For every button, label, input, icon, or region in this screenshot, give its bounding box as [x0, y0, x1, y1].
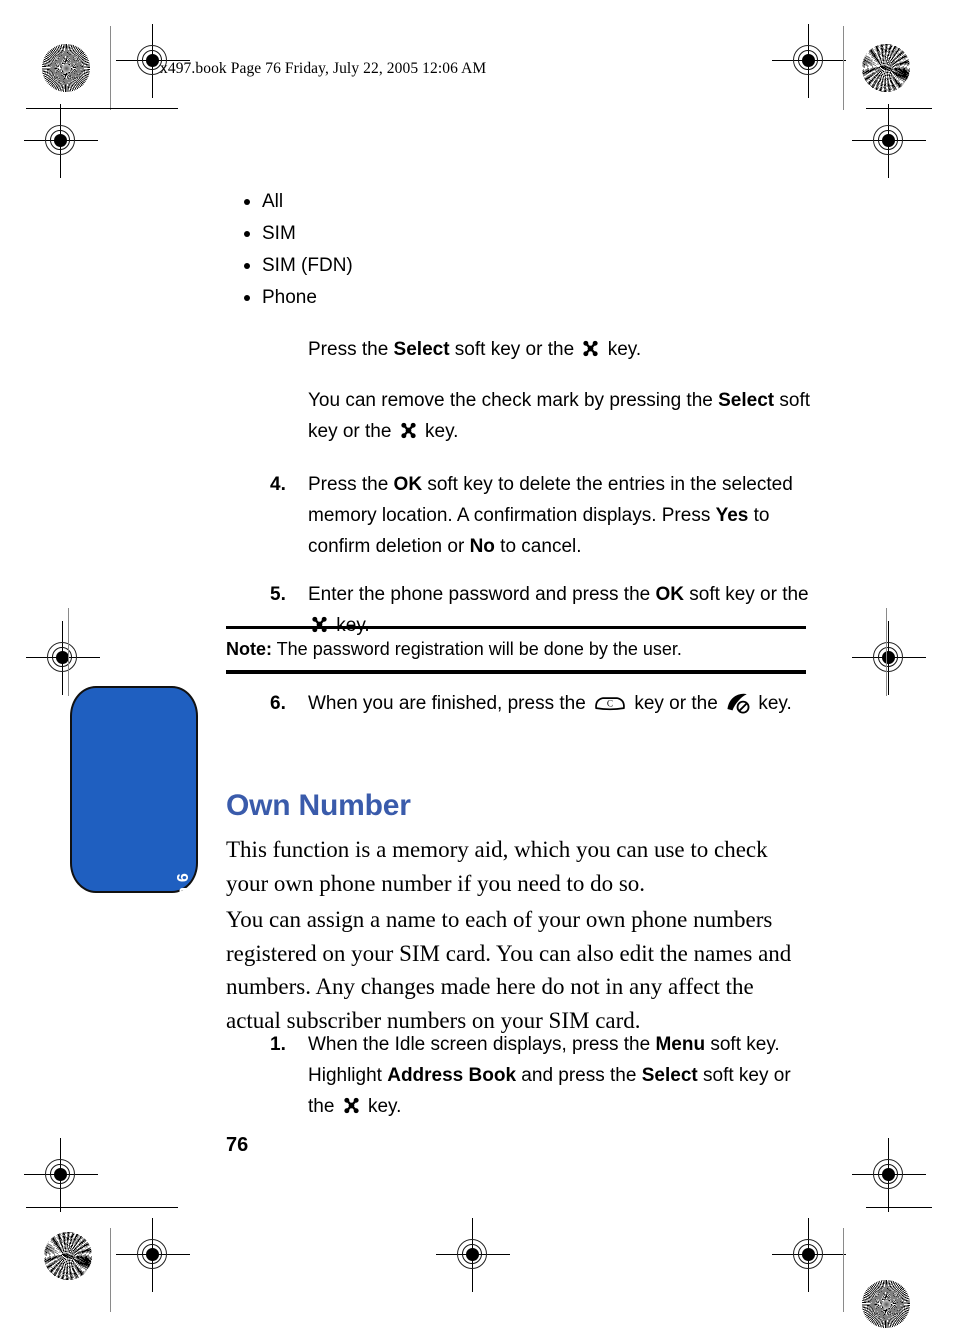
moire-print-mark-bottom-left [44, 1232, 92, 1280]
page-content: All SIM SIM (FDN) Phone Press the Select… [226, 186, 810, 641]
trim-line-left-middle-vertical [68, 608, 70, 696]
step-text-part: soft key or the [684, 584, 809, 605]
note-rule-bottom [226, 670, 806, 674]
bullet-dot-icon [244, 263, 250, 269]
bullet-dot-icon [244, 199, 250, 205]
intro-paragraph-1: This function is a memory aid, which you… [226, 837, 768, 896]
list-item-label: All [262, 191, 284, 212]
step-text-part: key or the [629, 693, 724, 714]
registration-mark-left-lower [24, 1138, 98, 1212]
step-text-part: key. [362, 1096, 402, 1117]
intro-paragraph-2: You can assign a name to each of your ow… [226, 907, 792, 1033]
svg-text:C: C [607, 700, 613, 710]
step-number: 5. [270, 584, 286, 605]
bullet-dot-icon [244, 295, 250, 301]
list-item: Phone [226, 282, 810, 314]
press-select-text-lead: Press the [308, 339, 394, 360]
section-tab: Section 6 [70, 686, 198, 946]
note-text: Note: The password registration will be … [226, 629, 806, 670]
step-6-wrapper: 6. When you are finished, press the C ke… [226, 688, 810, 719]
starburst-print-mark-bottom-right [862, 1280, 910, 1328]
clear-c-key-icon: C [593, 692, 627, 711]
remove-check-text-tail: key. [419, 421, 459, 442]
step-text-part: Press the [308, 474, 394, 495]
nav-ok-key-icon [399, 419, 418, 439]
ok-softkey-label: OK [655, 584, 685, 605]
note-body: The password registration will be done b… [272, 639, 682, 660]
trim-line-bottom-left-horizontal [26, 1207, 178, 1209]
nav-ok-key-icon [342, 1094, 361, 1114]
nav-ok-key-icon [581, 337, 600, 357]
trim-line-bottom-right-vertical [843, 1228, 845, 1312]
note-label: Note: [226, 639, 272, 660]
registration-mark-right-middle [852, 621, 926, 695]
select-softkey-label: Select [393, 339, 450, 360]
list-item-label: Phone [262, 287, 317, 308]
trim-line-left-vertical [110, 26, 112, 110]
starburst-print-mark-top-left [42, 44, 90, 92]
step-6: 6. When you are finished, press the C ke… [226, 688, 810, 719]
no-softkey-label: No [469, 536, 495, 557]
step-text-part: to cancel. [494, 536, 582, 557]
list-item-label: SIM [262, 223, 296, 244]
registration-mark-right-lower [852, 1138, 926, 1212]
step-number: 1. [270, 1034, 286, 1055]
step-4: 4. Press the OK soft key to delete the e… [226, 469, 810, 562]
trim-line-top-left-horizontal [26, 108, 178, 110]
menu-softkey-label: Menu [655, 1034, 706, 1055]
remove-check-paragraph: You can remove the check mark by pressin… [226, 385, 810, 447]
trim-line-right-vertical [843, 26, 845, 110]
step-text-part: and press the [516, 1065, 642, 1086]
ok-softkey-label: OK [393, 474, 423, 495]
address-book-menu-label: Address Book [387, 1065, 517, 1086]
select-softkey-label: Select [641, 1065, 698, 1086]
registration-mark-top-right-upper [772, 24, 846, 98]
moire-print-mark-top-right [862, 44, 910, 92]
trim-line-bottom-right-horizontal [866, 1207, 932, 1209]
own-number-steps: 1. When the Idle screen displays, press … [226, 1029, 810, 1122]
note-block: Note: The password registration will be … [226, 626, 806, 674]
trim-line-right-middle-vertical [886, 608, 888, 696]
list-item: All [226, 186, 810, 218]
page-number: 76 [226, 1134, 249, 1156]
select-softkey-label: Select [718, 390, 775, 411]
press-select-text-mid: soft key or the [449, 339, 580, 360]
step-text-part: Enter the phone password and press the [308, 584, 656, 605]
press-select-text-tail: key. [602, 339, 642, 360]
step-number: 6. [270, 693, 286, 714]
registration-mark-bottom-right-lower [772, 1218, 846, 1292]
trim-line-bottom-left-vertical [110, 1228, 112, 1312]
step-text-part: When the Idle screen displays, press the [308, 1034, 656, 1055]
step-text-part: key. [753, 693, 792, 714]
memory-location-bullet-list: All SIM SIM (FDN) Phone [226, 186, 810, 314]
section-tab-label: Section 6 [175, 873, 192, 946]
list-item: SIM [226, 218, 810, 250]
step-text-part: When you are finished, press the [308, 693, 592, 714]
registration-mark-left-middle [26, 621, 100, 695]
registration-mark-left-upper [24, 104, 98, 178]
press-select-paragraph: Press the Select soft key or the key. [226, 334, 810, 365]
step-1: 1. When the Idle screen displays, press … [226, 1029, 810, 1122]
trim-line-top-right-horizontal [866, 108, 932, 110]
list-item: SIM (FDN) [226, 250, 810, 282]
registration-mark-bottom-center [436, 1218, 510, 1292]
end-call-key-icon [725, 692, 751, 714]
yes-softkey-label: Yes [715, 505, 749, 526]
step-number: 4. [270, 474, 286, 495]
bullet-dot-icon [244, 231, 250, 237]
running-header: x497.book Page 76 Friday, July 22, 2005 … [160, 60, 487, 77]
registration-mark-right-upper [852, 104, 926, 178]
remove-check-text-lead: You can remove the check mark by pressin… [308, 390, 719, 411]
list-item-label: SIM (FDN) [262, 255, 353, 276]
page-title: Own Number [226, 788, 411, 822]
registration-mark-bottom-left-lower [116, 1218, 190, 1292]
